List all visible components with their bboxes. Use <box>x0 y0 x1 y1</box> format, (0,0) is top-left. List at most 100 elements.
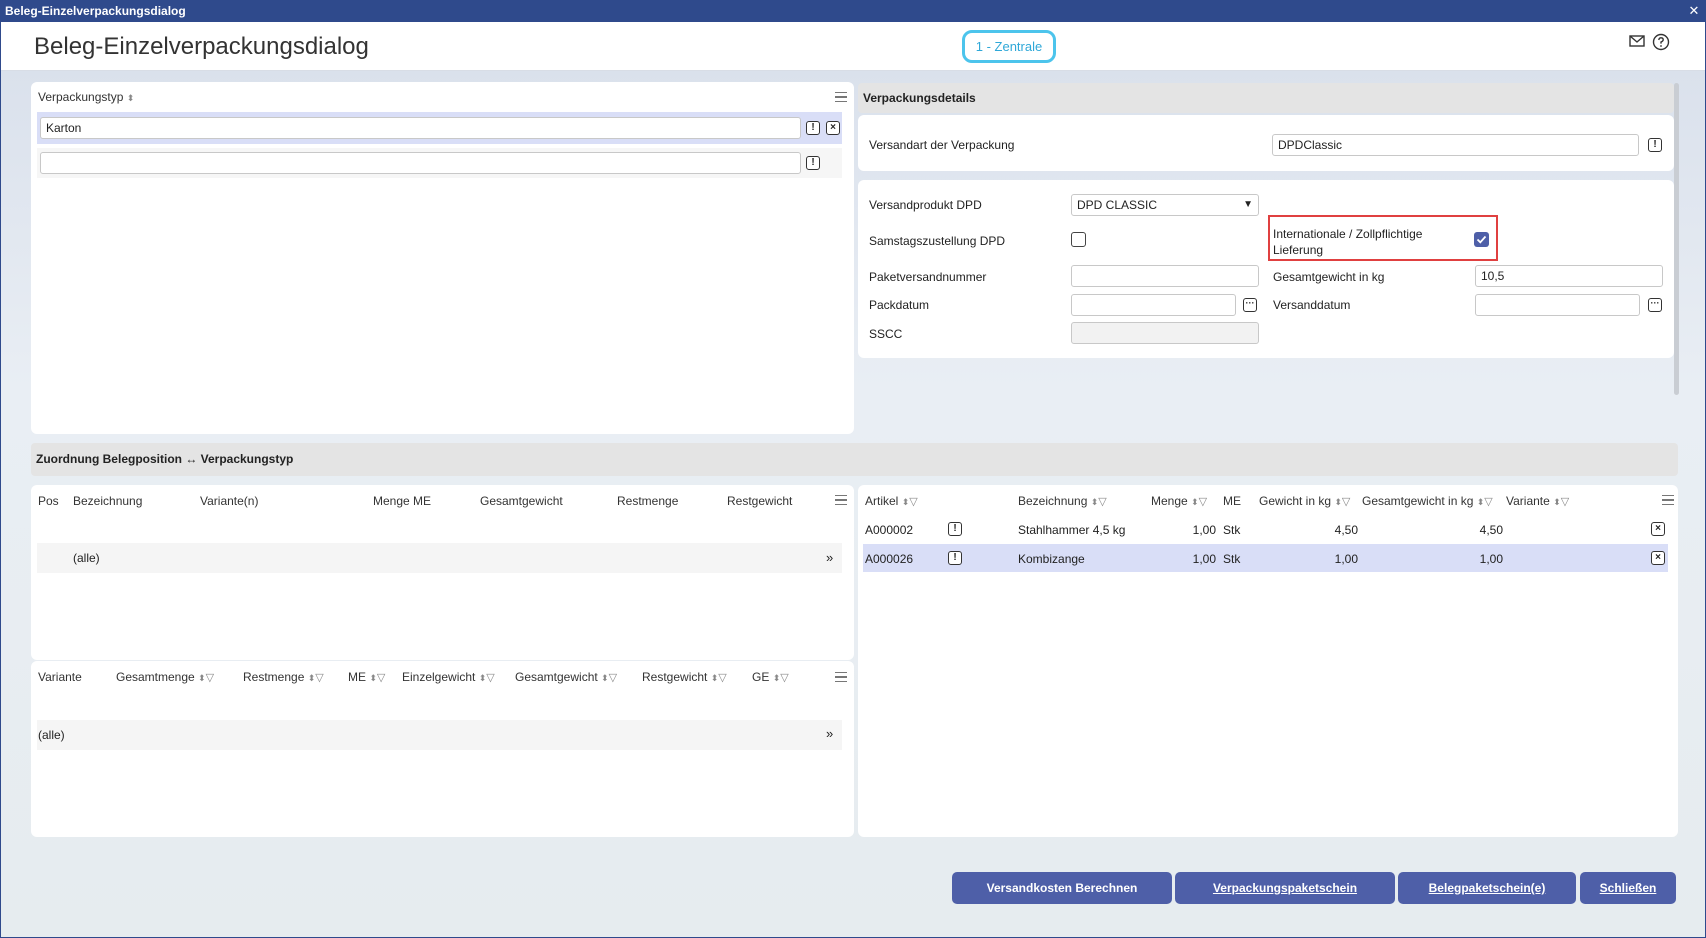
all-row-label: (alle) <box>73 551 100 565</box>
quantity-unit-header[interactable]: Menge ME <box>373 494 431 508</box>
pos-header[interactable]: Pos <box>38 494 59 508</box>
description-header[interactable]: Bezeichnung ⬍▽ <box>1018 494 1107 508</box>
unit-header[interactable]: ME <box>1223 494 1241 508</box>
filter-icon: ▽ <box>205 672 215 684</box>
packaging-type-header[interactable]: Verpackungstyp ⬍ <box>38 90 134 104</box>
filter-icon: ▽ <box>1341 496 1351 508</box>
article-unit: Stk <box>1223 523 1241 537</box>
shipping-method-label: Versandart der Verpackung <box>869 138 1015 152</box>
article-number: A000002 <box>865 523 914 537</box>
variant-header[interactable]: Variante ⬍▽ <box>1506 494 1569 508</box>
calculate-shipping-button[interactable]: Versandkosten Berechnen <box>952 872 1172 904</box>
mail-icon[interactable] <box>1628 34 1646 52</box>
location-badge[interactable]: 1 - Zentrale <box>962 30 1056 63</box>
total-weight-label: Gesamtgewicht in kg <box>1273 270 1385 284</box>
filter-icon: ▽ <box>376 672 386 684</box>
remaining-weight-header[interactable]: Restgewicht <box>727 494 792 508</box>
weight-header[interactable]: Gewicht in kg ⬍▽ <box>1259 494 1350 508</box>
window-close-icon[interactable]: ✕ <box>1686 0 1702 22</box>
parcel-number-label: Paketversandnummer <box>869 270 987 284</box>
table-row[interactable] <box>863 515 1668 543</box>
document-labels-button[interactable]: Belegpaketschein(e) <box>1398 872 1576 904</box>
variant-header[interactable]: Variante <box>38 670 82 684</box>
article-total-weight: 4,50 <box>1479 523 1503 537</box>
info-icon[interactable]: ! <box>806 121 820 135</box>
chevron-down-icon: ▼ <box>1243 199 1253 210</box>
article-total-weight: 1,00 <box>1479 552 1503 566</box>
help-icon[interactable] <box>1652 33 1670 51</box>
parcel-number-input[interactable] <box>1071 265 1259 287</box>
international-delivery-checkbox[interactable] <box>1474 232 1489 247</box>
sscc-input[interactable] <box>1071 322 1259 344</box>
remove-icon[interactable]: × <box>1651 551 1665 565</box>
close-button[interactable]: Schließen <box>1580 872 1676 904</box>
filter-icon: ▽ <box>1098 496 1107 508</box>
filter-icon: ▽ <box>780 672 789 684</box>
remove-icon[interactable]: × <box>1651 522 1665 536</box>
assignment-section-title: Zuordnung Belegposition ↔ Verpackungstyp <box>31 443 1678 476</box>
total-weight-input[interactable]: 10,5 <box>1475 265 1663 287</box>
total-weight-header[interactable]: Gesamtgewicht in kg ⬍▽ <box>1362 494 1493 508</box>
ship-date-label: Versanddatum <box>1273 298 1351 312</box>
table-row-all[interactable] <box>37 543 842 573</box>
info-icon[interactable]: ! <box>1648 138 1662 152</box>
filter-icon: ▽ <box>1560 496 1570 508</box>
total-weight-header[interactable]: Gesamtgewicht <box>480 494 563 508</box>
remaining-quantity-header[interactable]: Restmenge <box>617 494 678 508</box>
remove-icon[interactable]: × <box>826 121 840 135</box>
remaining-weight-header[interactable]: Restgewicht ⬍▽ <box>642 670 727 684</box>
dpd-product-label: Versandprodukt DPD <box>869 198 982 212</box>
unit-header[interactable]: ME ⬍▽ <box>348 670 385 684</box>
date-picker-icon[interactable]: ··· <box>1648 298 1662 312</box>
column-menu-icon[interactable] <box>835 92 847 102</box>
article-quantity: 1,00 <box>1192 552 1216 566</box>
shipping-method-input[interactable]: DPDClassic <box>1272 134 1639 156</box>
article-weight: 1,00 <box>1334 552 1358 566</box>
column-menu-icon[interactable] <box>1662 495 1674 505</box>
international-delivery-label: Internationale / Zollpflichtige Lieferung <box>1273 227 1423 257</box>
pack-date-label: Packdatum <box>869 298 930 312</box>
info-icon[interactable]: ! <box>948 522 962 536</box>
packaging-label-button[interactable]: Verpackungspaketschein <box>1175 872 1395 904</box>
filter-icon: ▽ <box>486 672 495 684</box>
quantity-header[interactable]: Menge ⬍▽ <box>1151 494 1207 508</box>
article-number: A000026 <box>865 552 914 566</box>
packaging-type-new-input[interactable] <box>40 152 801 174</box>
details-section-title: Verpackungsdetails <box>858 83 1674 113</box>
sscc-label: SSCC <box>869 327 903 341</box>
filter-icon: ▽ <box>315 672 324 684</box>
article-description: Kombizange <box>1018 552 1085 566</box>
unit-weight-header[interactable]: Einzelgewicht ⬍▽ <box>402 670 495 684</box>
details-scrollbar[interactable] <box>1674 83 1679 395</box>
filter-icon: ▽ <box>1484 496 1493 508</box>
date-picker-icon[interactable]: ··· <box>1243 298 1257 312</box>
dpd-product-select[interactable]: DPD CLASSIC ▼ <box>1071 194 1259 216</box>
table-row-selected[interactable] <box>863 544 1668 572</box>
article-header[interactable]: Artikel ⬍▽ <box>865 494 918 508</box>
info-icon[interactable]: ! <box>948 551 962 565</box>
info-icon[interactable]: ! <box>806 156 820 170</box>
column-menu-icon[interactable] <box>835 672 847 682</box>
remaining-quantity-header[interactable]: Restmenge ⬍▽ <box>243 670 324 684</box>
pack-date-input[interactable] <box>1071 294 1236 316</box>
check-icon <box>1476 235 1487 244</box>
filter-icon: ▽ <box>909 496 918 508</box>
ge-header[interactable]: GE ⬍▽ <box>752 670 789 684</box>
article-description: Stahlhammer 4,5 kg <box>1018 523 1126 537</box>
window-title-bar: Beleg-Einzelverpackungsdialog <box>0 0 1706 22</box>
article-unit: Stk <box>1223 552 1241 566</box>
filter-icon: ▽ <box>718 672 727 684</box>
all-row-label: (alle) <box>38 728 65 742</box>
window-title: Beleg-Einzelverpackungsdialog <box>5 4 186 18</box>
column-menu-icon[interactable] <box>835 495 847 505</box>
description-header[interactable]: Bezeichnung <box>73 494 142 508</box>
table-row-all[interactable] <box>37 720 842 750</box>
expand-icon[interactable]: » <box>826 550 833 565</box>
packaging-type-input[interactable]: Karton <box>40 117 801 139</box>
ship-date-input[interactable] <box>1475 294 1640 316</box>
expand-icon[interactable]: » <box>826 726 833 741</box>
total-weight-header[interactable]: Gesamtgewicht ⬍▽ <box>515 670 617 684</box>
saturday-delivery-checkbox[interactable] <box>1071 232 1086 247</box>
variants-header[interactable]: Variante(n) <box>200 494 258 508</box>
total-quantity-header[interactable]: Gesamtmenge ⬍▽ <box>116 670 214 684</box>
